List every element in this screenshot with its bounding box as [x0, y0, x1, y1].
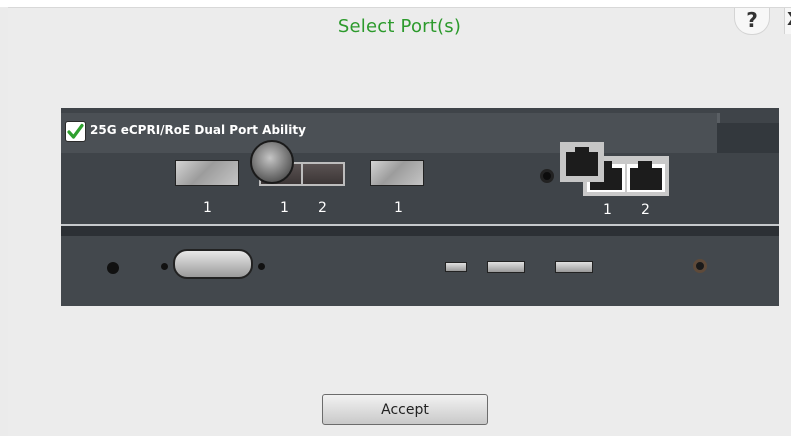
dsub-screw-right	[258, 263, 265, 270]
module-checkbox[interactable]	[65, 121, 86, 142]
rj45-management-port	[560, 142, 604, 182]
led-hole	[540, 169, 554, 183]
bnc-connector	[250, 140, 294, 184]
checkmark-icon	[67, 123, 84, 139]
panel-strip	[61, 226, 779, 236]
mini-port-2	[487, 261, 525, 273]
port-label-rj45-1: 1	[603, 202, 612, 218]
screw-hole-left	[107, 262, 119, 274]
port-label-sfp-a: 1	[203, 200, 212, 216]
module-lower-panel	[61, 236, 779, 306]
header-right-block	[717, 123, 779, 153]
mini-port-1	[445, 262, 467, 272]
dialog-title: Select Port(s)	[337, 16, 462, 37]
rj45-port-2[interactable]	[627, 161, 665, 192]
module-upper-panel: 25G eCPRI/RoE Dual Port Ability 1 1 2 1 …	[61, 108, 779, 225]
port-label-sfp-b: 1	[394, 200, 403, 216]
screw-hole-right	[693, 259, 707, 273]
close-icon[interactable]: X	[784, 8, 791, 34]
module-name: 25G eCPRI/RoE Dual Port Ability	[90, 123, 306, 137]
dual-port-2[interactable]	[301, 162, 345, 186]
dsub-connector	[173, 249, 253, 279]
sfp-port-b[interactable]	[370, 160, 424, 186]
port-label-dual-1: 1	[280, 200, 289, 216]
mini-port-3	[555, 261, 593, 273]
module-header: 25G eCPRI/RoE Dual Port Ability	[61, 113, 720, 153]
port-label-rj45-2: 2	[641, 202, 650, 218]
module-panel: 25G eCPRI/RoE Dual Port Ability 1 1 2 1 …	[61, 108, 779, 306]
top-edge	[0, 0, 791, 7]
port-label-dual-2: 2	[318, 200, 327, 216]
accept-button[interactable]: Accept	[322, 394, 488, 425]
sfp-port-a[interactable]	[175, 160, 239, 186]
dsub-screw-left	[161, 263, 168, 270]
